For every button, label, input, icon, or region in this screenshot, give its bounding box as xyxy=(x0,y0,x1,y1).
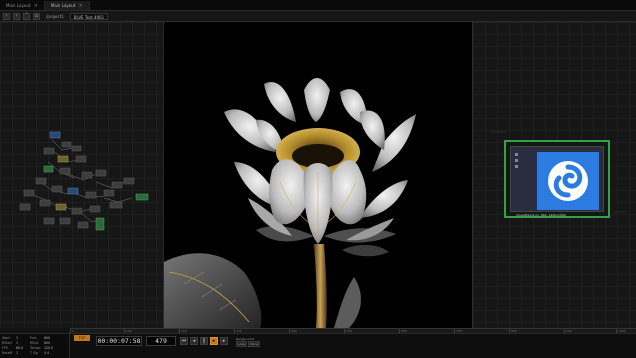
network-path[interactable]: /project1 xyxy=(43,14,67,19)
pane-tab[interactable]: Main Layout × xyxy=(0,0,45,10)
setting-label: Tempo xyxy=(30,346,41,350)
operator-side-icons xyxy=(515,153,518,168)
setting-value[interactable]: 1 xyxy=(16,351,28,355)
pane-tab-label: Main Layout xyxy=(6,2,31,8)
component-name-field[interactable]: BLVE Test.4961 xyxy=(69,12,109,20)
time-settings-row: RStart 1 REnd 600 xyxy=(2,341,56,345)
time-settings-panel: Start 1 End 600 RStart 1 REnd 600 FPS 60… xyxy=(0,334,70,358)
pause-icon[interactable]: ‖ xyxy=(200,337,208,345)
once-toggle[interactable]: Once xyxy=(248,341,260,347)
operator-caption: moviefilein1 pc, 8bit, 1920x1080 xyxy=(516,213,566,217)
close-icon[interactable]: × xyxy=(34,3,38,9)
operator-preview-tile xyxy=(537,152,599,210)
step-forward-icon[interactable]: ▸ xyxy=(220,337,228,345)
setting-value[interactable]: 4 4 xyxy=(44,351,56,355)
range-limit-group: Range Limit Loop Once xyxy=(236,337,266,347)
frame-number-field[interactable]: 479 xyxy=(146,336,176,346)
timecode-display[interactable]: 00:00:07:58 xyxy=(96,336,142,346)
close-icon[interactable]: × xyxy=(79,3,83,9)
node-network-graph[interactable] xyxy=(0,22,164,328)
network-editor-left[interactable] xyxy=(0,22,164,328)
pane-tab-bar: Main Layout × Main Layout × xyxy=(0,0,636,11)
forward-arrow-icon[interactable]: › xyxy=(13,12,20,20)
time-settings-row: Start 1 End 600 xyxy=(2,336,56,340)
top-badge[interactable]: TOP xyxy=(74,335,90,341)
step-back-icon[interactable]: ◂ xyxy=(190,337,198,345)
setting-value[interactable]: 600 xyxy=(44,341,56,345)
loop-toggle[interactable]: Loop xyxy=(236,341,248,347)
play-icon[interactable]: ▸ xyxy=(210,337,218,345)
setting-label: FPS xyxy=(2,346,8,350)
rewind-to-start-icon[interactable]: ⏮ xyxy=(180,337,188,345)
time-settings-row: FPS 60.0 Tempo 120.0 xyxy=(2,346,56,350)
setting-label: End xyxy=(30,336,37,340)
back-arrow-icon[interactable]: ‹ xyxy=(3,12,10,20)
moviefilein-operator[interactable]: moviefilein1 pc, 8bit, 1920x1080 xyxy=(504,140,610,218)
setting-label: Start xyxy=(2,336,10,340)
operator-viewer[interactable] xyxy=(510,146,604,212)
pane-tab-active[interactable]: Main Layout × xyxy=(44,0,90,10)
up-arrow-icon[interactable]: ˆ xyxy=(23,12,30,20)
setting-value[interactable]: 120.0 xyxy=(44,346,56,350)
pane-tab-label: Main Layout xyxy=(50,2,76,8)
setting-value[interactable]: 600 xyxy=(44,336,56,340)
time-settings-row: ResetF 1 T Sig 4 4 xyxy=(2,351,56,355)
home-icon[interactable]: ⌂ xyxy=(33,12,40,20)
swirl-logo-icon xyxy=(548,161,588,201)
touchdesigner-window: Main Layout × Main Layout × ‹ › ˆ ⌂ /pro… xyxy=(0,0,636,358)
setting-value[interactable]: 1 xyxy=(16,341,28,345)
setting-label: T Sig xyxy=(30,351,38,355)
setting-value[interactable]: 1 xyxy=(16,336,28,340)
network-toolbar: ‹ › ˆ ⌂ /project1 BLVE Test.4961 xyxy=(0,11,636,22)
timeline-bar: Start 1 End 600 RStart 1 REnd 600 FPS 60… xyxy=(0,333,636,358)
top-viewer[interactable] xyxy=(164,22,472,328)
setting-label: ResetF xyxy=(2,351,13,355)
setting-value[interactable]: 60.0 xyxy=(16,346,28,350)
white-lotus-flower-image xyxy=(164,22,472,328)
setting-label: RStart xyxy=(2,341,13,345)
setting-label: REnd xyxy=(30,341,39,345)
